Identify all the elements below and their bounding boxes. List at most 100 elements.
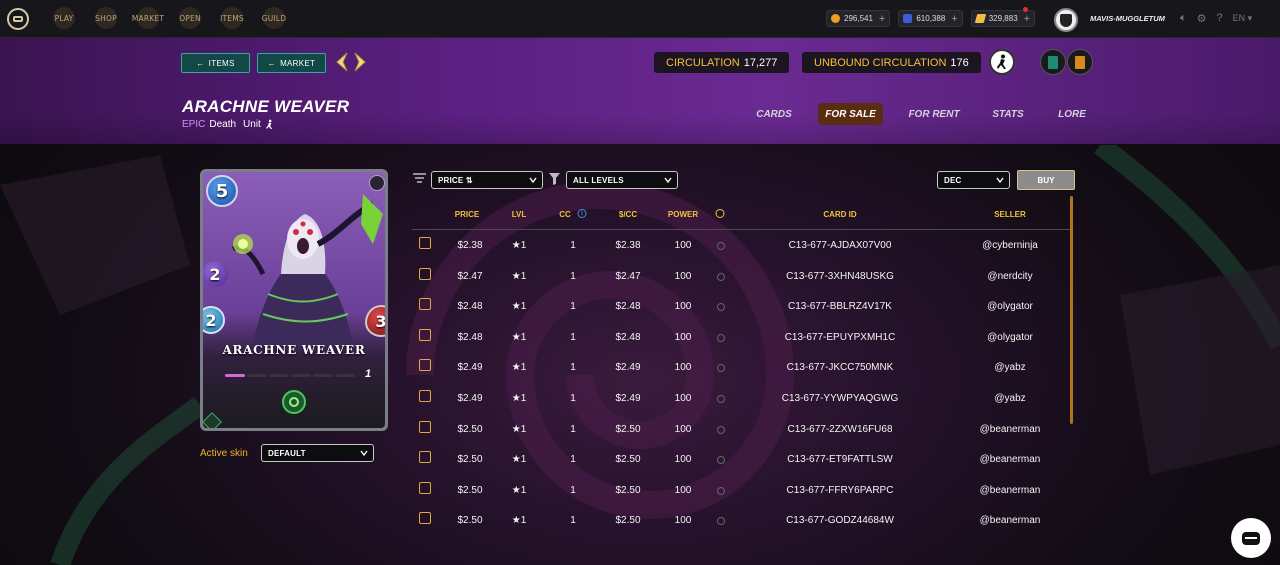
header-seller[interactable]: SELLER <box>994 210 1026 219</box>
table-row[interactable]: $2.38 ★1 1 $2.38 100 C13-677-AJDAX07V00 @cyber… <box>412 230 1072 261</box>
add-dec-icon[interactable]: + <box>879 13 885 25</box>
header-cc[interactable]: CC <box>559 210 571 219</box>
sort-select-value: PRICE ⇅ <box>438 175 473 185</box>
sps-token-icon <box>903 14 913 23</box>
gold-card-icon[interactable] <box>1067 49 1093 75</box>
row-checkbox[interactable] <box>419 237 431 249</box>
table-row[interactable]: $2.48 ★1 1 $2.48 100 C13-677-BBLRZ4V17K @olyga… <box>412 291 1072 322</box>
header-lvl[interactable]: LVL <box>512 210 527 219</box>
cell-seller[interactable]: @cyberninja <box>982 240 1038 251</box>
table-row[interactable]: $2.47 ★1 1 $2.47 100 C13-677-3XHN48USKG @nerdc… <box>412 261 1072 292</box>
sort-icon[interactable] <box>412 172 427 186</box>
filter-icon[interactable] <box>548 172 561 186</box>
cell-per-cc: $2.50 <box>615 484 641 496</box>
tab-for-rent-label: FOR RENT <box>908 108 960 120</box>
nav-market[interactable]: MARKET <box>127 7 169 29</box>
header-price[interactable]: PRICE <box>455 210 479 219</box>
nav-play[interactable]: PLAY <box>43 7 85 29</box>
cell-seller[interactable]: @beanerman <box>980 424 1041 435</box>
cc-info-icon[interactable]: i <box>577 209 587 218</box>
add-sps-icon[interactable]: + <box>951 13 957 25</box>
card-image: 5 2 2 3 ARACHNE WEAVER 1 <box>200 169 388 431</box>
gear-icon[interactable]: ⚙ <box>1197 12 1207 25</box>
table-row[interactable]: $2.50 ★1 1 $2.50 100 C13-677-FFRY6PARPC @beane… <box>412 475 1072 506</box>
table-row[interactable]: $2.48 ★1 1 $2.48 100 C13-677-EPUYPXMH1C @olyga… <box>412 322 1072 353</box>
row-checkbox[interactable] <box>419 451 431 464</box>
tab-stats[interactable]: STATS <box>988 103 1028 125</box>
dec-balance[interactable]: 296,541 + <box>826 10 891 27</box>
cell-seller[interactable]: @nerdcity <box>987 271 1032 282</box>
prev-card-icon[interactable] <box>334 51 350 73</box>
table-row[interactable]: $2.49 ★1 1 $2.49 100 C13-677-JKCC750MNK @yabz <box>412 352 1072 383</box>
table-row[interactable]: $2.49 ★1 1 $2.49 100 C13-677-YYWPYAQGWG @yabz <box>412 383 1072 414</box>
sps-balance[interactable]: 610,388 + <box>898 10 963 27</box>
cell-price: $2.50 <box>457 454 483 466</box>
buy-button-label: BUY <box>1037 175 1055 185</box>
level-select[interactable]: ALL LEVELS <box>566 171 678 189</box>
row-checkbox[interactable] <box>419 328 431 341</box>
teal-card-icon[interactable] <box>1040 49 1066 75</box>
table-row[interactable]: $2.50 ★1 1 $2.50 100 C13-677-GODZ44684W @beane… <box>412 505 1072 536</box>
currency-select[interactable]: DEC <box>937 171 1010 189</box>
header-power[interactable]: POWER <box>668 210 698 219</box>
cell-seller[interactable]: @yabz <box>994 393 1025 404</box>
nav-items[interactable]: ITEMS <box>211 7 253 29</box>
credits-balance-value: 329,883 <box>988 14 1018 23</box>
sort-select[interactable]: PRICE ⇅ <box>431 171 543 189</box>
nav-guild[interactable]: GUILD <box>253 7 295 29</box>
clock-icon <box>715 209 725 218</box>
credits-balance[interactable]: 329,883 + <box>970 7 1036 27</box>
logo-icon[interactable] <box>7 7 29 30</box>
row-checkbox[interactable] <box>419 298 431 311</box>
row-checkbox[interactable] <box>419 389 431 402</box>
username[interactable]: MAVIS-MUGGLETUM <box>1090 14 1165 23</box>
tab-lore[interactable]: LORE <box>1052 103 1092 125</box>
cell-card-id: C13-677-JKCC750MNK <box>786 362 894 374</box>
chat-button[interactable] <box>1231 518 1271 558</box>
tab-for-rent[interactable]: FOR RENT <box>904 103 964 125</box>
table-row[interactable]: $2.50 ★1 1 $2.50 100 C13-677-ET9FATTLSW @beane… <box>412 444 1072 475</box>
cell-seller[interactable]: @olygator <box>987 301 1033 312</box>
market-back-button[interactable]: ← MARKET <box>257 53 326 73</box>
skin-select[interactable]: DEFAULT <box>261 444 374 462</box>
ability-icon[interactable] <box>282 390 306 414</box>
row-checkbox[interactable] <box>419 512 431 525</box>
cell-seller[interactable]: @olygator <box>987 332 1033 343</box>
table-scrollbar[interactable] <box>1070 196 1073 424</box>
buy-button[interactable]: BUY <box>1017 170 1075 190</box>
nav-open[interactable]: OPEN <box>169 7 211 29</box>
row-checkbox[interactable] <box>419 267 431 280</box>
cell-cc: 1 <box>570 270 576 282</box>
header-per-cc[interactable]: $/CC <box>619 210 637 219</box>
avatar[interactable] <box>1054 8 1078 32</box>
next-card-icon[interactable] <box>352 51 368 73</box>
row-checkbox[interactable] <box>419 420 431 433</box>
cell-price: $2.48 <box>457 301 483 313</box>
market-button-label: MARKET <box>280 58 316 68</box>
nav-shop[interactable]: SHOP <box>85 7 127 29</box>
unit-type-icon[interactable] <box>989 49 1015 75</box>
active-skin-label: Active skin <box>200 448 248 459</box>
sound-icon[interactable]: 🔈︎ <box>1180 12 1187 25</box>
cell-seller[interactable]: @beanerman <box>980 454 1041 465</box>
cell-seller[interactable]: @beanerman <box>980 515 1041 526</box>
items-back-button[interactable]: ← ITEMS <box>181 53 250 73</box>
tab-cards[interactable]: CARDS <box>752 103 796 125</box>
help-icon[interactable]: ? <box>1216 12 1222 25</box>
row-checkbox[interactable] <box>419 481 431 494</box>
speed-value: 2 <box>205 310 217 330</box>
add-credits-icon[interactable]: + <box>1024 13 1030 25</box>
level-progress-bar <box>225 374 355 377</box>
table-row[interactable]: $2.50 ★1 1 $2.50 100 C13-677-2ZXW16FU68 @beane… <box>412 414 1072 445</box>
card-subtitle: EPIC Death Unit <box>182 119 274 130</box>
cell-seller[interactable]: @beanerman <box>980 485 1041 496</box>
edition-icon <box>203 412 222 428</box>
cell-seller[interactable]: @yabz <box>994 362 1025 373</box>
language-selector[interactable]: EN ▾ <box>1233 13 1253 25</box>
tab-for-sale[interactable]: FOR SALE <box>818 103 883 125</box>
clock-icon <box>717 272 725 281</box>
card-level: 1 <box>365 368 372 380</box>
header-card-id[interactable]: CARD ID <box>823 210 856 219</box>
row-checkbox[interactable] <box>419 359 431 372</box>
cell-per-cc: $2.38 <box>615 240 641 251</box>
